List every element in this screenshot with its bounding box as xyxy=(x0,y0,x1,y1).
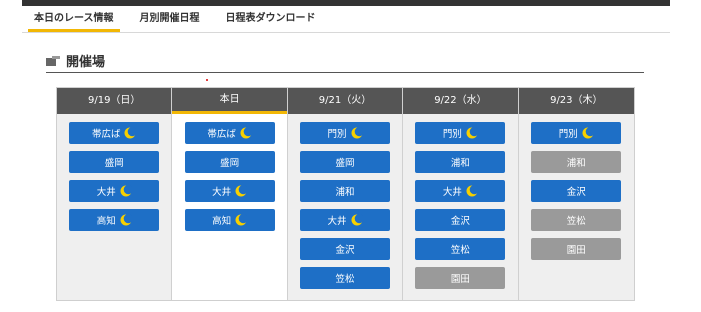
race-button-list: 門別浦和金沢笠松園田 xyxy=(519,114,634,267)
venue-label: 盛岡 xyxy=(220,158,240,169)
venue-label: 大井 xyxy=(327,216,347,227)
venue-label: 浦和 xyxy=(566,158,586,169)
tab-monthly-schedule[interactable]: 月別開催日程 xyxy=(134,11,206,33)
venue-label: 浦和 xyxy=(335,187,355,198)
section-marker-icon xyxy=(46,54,60,68)
race-venue-button[interactable]: 金沢 xyxy=(415,209,506,231)
night-race-moon-icon xyxy=(235,214,249,226)
race-venue-button[interactable]: 大井 xyxy=(184,180,275,202)
day-column-today: 本日帯広ば盛岡大井高知 xyxy=(172,88,288,300)
race-button-list: 帯広ば盛岡大井高知 xyxy=(57,114,171,238)
race-venue-button[interactable]: 大井 xyxy=(415,180,506,202)
tab-divider xyxy=(22,32,670,33)
venue-label: 園田 xyxy=(450,274,470,285)
night-race-moon-icon xyxy=(351,127,364,139)
venue-label: 門別 xyxy=(442,129,462,140)
race-venue-button[interactable]: 大井 xyxy=(300,209,391,231)
night-race-moon-icon xyxy=(582,127,595,139)
race-venue-button[interactable]: 帯広ば xyxy=(69,122,160,144)
section-title: 開催場 xyxy=(66,55,106,70)
night-race-moon-icon xyxy=(466,127,479,139)
night-race-moon-icon xyxy=(466,185,479,197)
venue-label: 盛岡 xyxy=(335,158,355,169)
race-venue-button[interactable]: 笠松 xyxy=(531,209,622,231)
top-bar xyxy=(22,0,670,6)
race-venue-button[interactable]: 帯広ば xyxy=(184,122,275,144)
venue-schedule-grid: 9/19（日） 帯広ば 盛岡 大井 高知 本日 帯広ば 盛岡 大井 高知 9/21（火） 門別 盛岡 浦和… xyxy=(56,87,635,301)
section-header: 開催場 xyxy=(46,51,105,70)
night-race-moon-icon xyxy=(235,185,249,197)
day-column: 9/19（日） 帯広ば 盛岡 大井 高知 xyxy=(57,88,173,300)
venue-label: 金沢 xyxy=(566,187,586,198)
day-header: 9/21（火） xyxy=(287,88,403,114)
night-race-moon-icon xyxy=(120,185,133,197)
venue-label: 盛岡 xyxy=(104,158,124,169)
race-venue-button[interactable]: 盛岡 xyxy=(300,151,391,173)
race-venue-button[interactable]: 笠松 xyxy=(300,267,391,289)
race-venue-button[interactable]: 盛岡 xyxy=(69,151,160,173)
race-venue-button[interactable]: 園田 xyxy=(415,267,506,289)
day-column: 9/21（火） 門別 盛岡 浦和 大井 金沢 笠松 xyxy=(287,88,404,300)
race-venue-button[interactable]: 高知 xyxy=(69,209,160,231)
day-header: 9/19（日） xyxy=(57,88,172,114)
venue-label: 帯広ば xyxy=(207,129,236,140)
tab-bar: 本日のレース情報 月別開催日程 日程表ダウンロード xyxy=(28,11,336,33)
day-column: 9/22（水） 門別 浦和 大井 金沢 笠松 園田 xyxy=(403,88,519,300)
venue-label: 門別 xyxy=(558,129,578,140)
race-venue-button[interactable]: 高知 xyxy=(184,209,275,231)
section-divider xyxy=(46,72,644,73)
day-header: 9/22（水） xyxy=(403,88,518,114)
venue-label: 笠松 xyxy=(566,216,586,227)
night-race-moon-icon xyxy=(124,127,138,139)
venue-label: 園田 xyxy=(566,245,586,256)
venue-label: 金沢 xyxy=(450,216,470,227)
race-venue-button[interactable]: 浦和 xyxy=(300,180,391,202)
day-header: 9/23（木） xyxy=(518,88,635,114)
race-button-list: 門別盛岡浦和大井金沢笠松 xyxy=(288,114,402,296)
race-venue-button[interactable]: 園田 xyxy=(531,238,622,260)
race-venue-button[interactable]: 大井 xyxy=(69,180,160,202)
day-header: 本日 xyxy=(172,88,287,114)
day-column: 9/23（木） 門別 浦和 金沢 笠松 園田 xyxy=(518,88,635,300)
venue-label: 金沢 xyxy=(335,245,355,256)
night-race-moon-icon xyxy=(351,214,364,226)
race-venue-button[interactable]: 門別 xyxy=(300,122,391,144)
race-venue-button[interactable]: 浦和 xyxy=(415,151,506,173)
venue-label: 大井 xyxy=(212,187,232,198)
venue-label: 門別 xyxy=(327,129,347,140)
race-button-list: 門別浦和大井金沢笠松園田 xyxy=(403,114,517,296)
race-venue-button[interactable]: 門別 xyxy=(415,122,506,144)
race-venue-button[interactable]: 盛岡 xyxy=(184,151,275,173)
decorative-dot xyxy=(206,79,208,81)
venue-label: 笠松 xyxy=(335,274,355,285)
venue-label: 高知 xyxy=(96,216,116,227)
race-venue-button[interactable]: 笠松 xyxy=(415,238,506,260)
race-venue-button[interactable]: 浦和 xyxy=(531,151,622,173)
venue-label: 笠松 xyxy=(450,245,470,256)
venue-label: 帯広ば xyxy=(91,129,121,140)
night-race-moon-icon xyxy=(240,127,253,139)
venue-label: 高知 xyxy=(212,216,232,227)
venue-label: 大井 xyxy=(442,187,462,198)
race-venue-button[interactable]: 金沢 xyxy=(531,180,622,202)
race-venue-button[interactable]: 金沢 xyxy=(300,238,391,260)
night-race-moon-icon xyxy=(120,214,133,226)
race-button-list: 帯広ば盛岡大井高知 xyxy=(172,114,286,238)
tab-schedule-download[interactable]: 日程表ダウンロード xyxy=(220,11,322,33)
tab-today-race-info[interactable]: 本日のレース情報 xyxy=(28,11,120,33)
venue-label: 浦和 xyxy=(450,158,470,169)
venue-label: 大井 xyxy=(96,187,116,198)
race-venue-button[interactable]: 門別 xyxy=(531,122,622,144)
